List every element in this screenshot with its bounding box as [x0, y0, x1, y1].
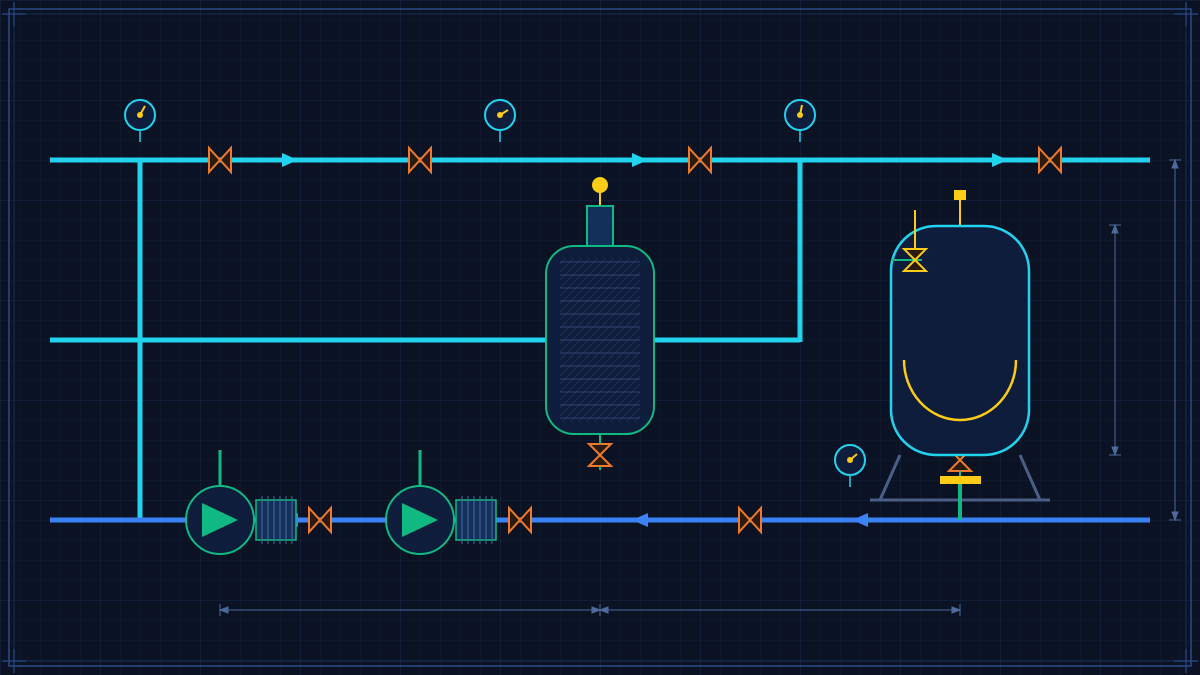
tank-vent-icon	[954, 190, 966, 200]
relief-valve-icon	[592, 177, 608, 193]
piping-diagram	[0, 0, 1200, 675]
diagram-canvas	[0, 0, 1200, 675]
tank-flange	[940, 476, 981, 484]
exchanger-dome	[586, 205, 614, 247]
